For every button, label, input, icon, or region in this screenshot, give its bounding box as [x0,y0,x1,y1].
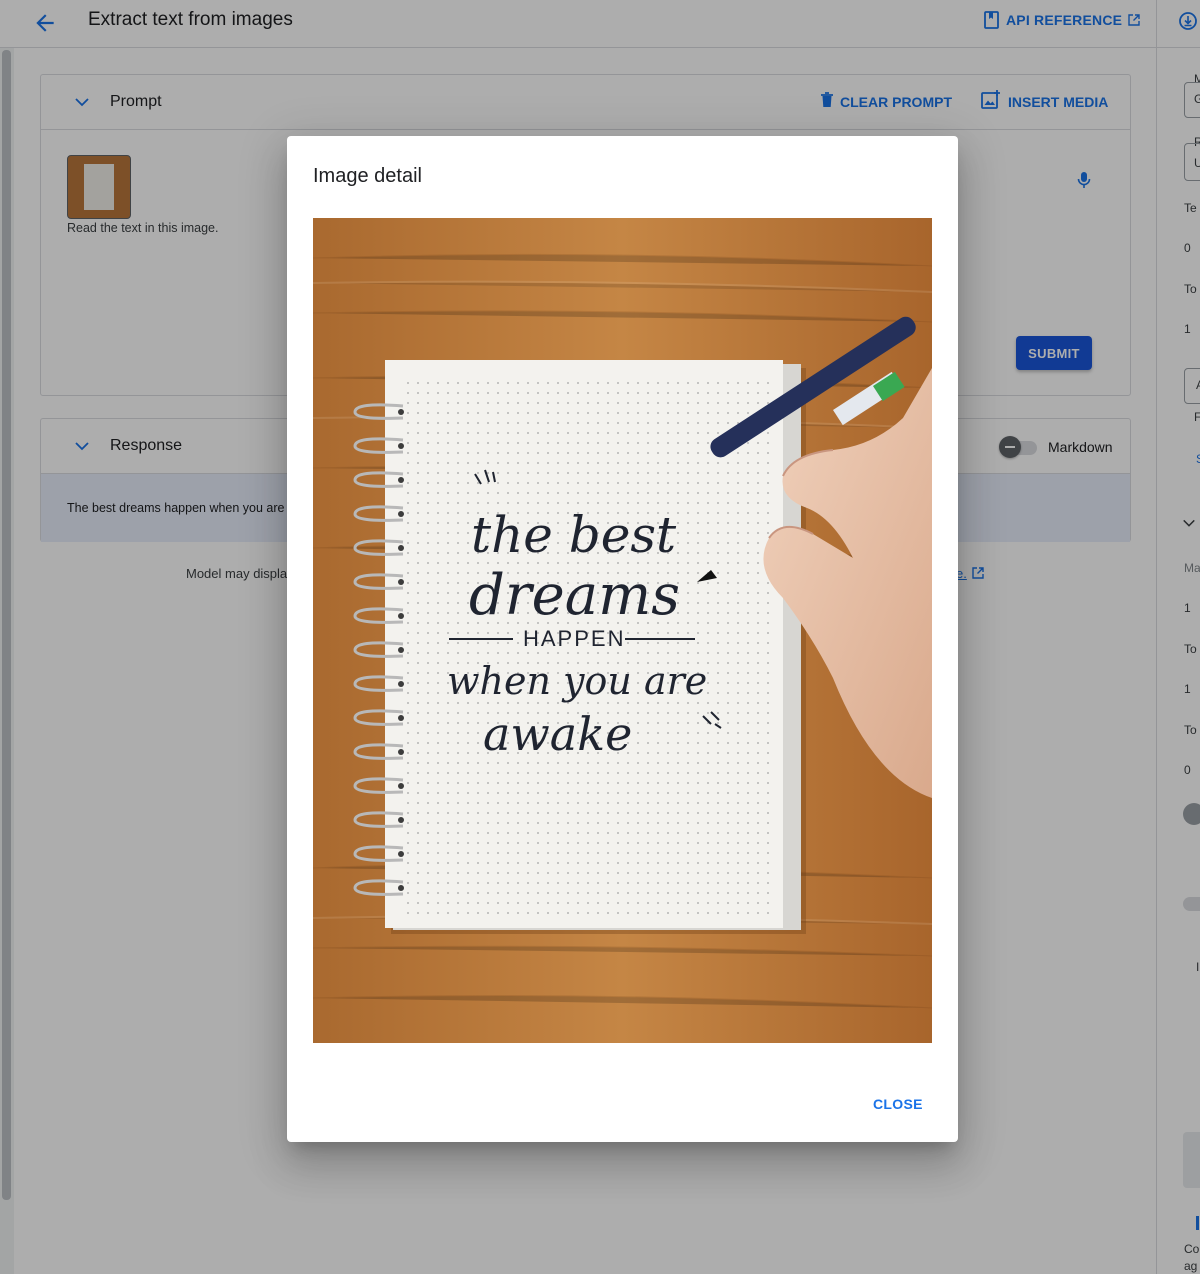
image-detail-dialog: Image detail the best dreams HAPPEN when… [287,136,958,1142]
close-button[interactable]: CLOSE [873,1096,923,1112]
dialog-title: Image detail [313,165,422,187]
handwriting-line: the best [471,506,677,564]
image-preview: the best dreams HAPPEN when you are awak… [313,218,932,1043]
handwriting-line: HAPPEN [523,626,625,651]
handwriting-line: awake [483,707,632,761]
handwriting-line: when you are [447,659,707,703]
notebook-photo: the best dreams HAPPEN when you are awak… [313,218,932,1043]
handwriting-line: dreams [469,563,680,628]
